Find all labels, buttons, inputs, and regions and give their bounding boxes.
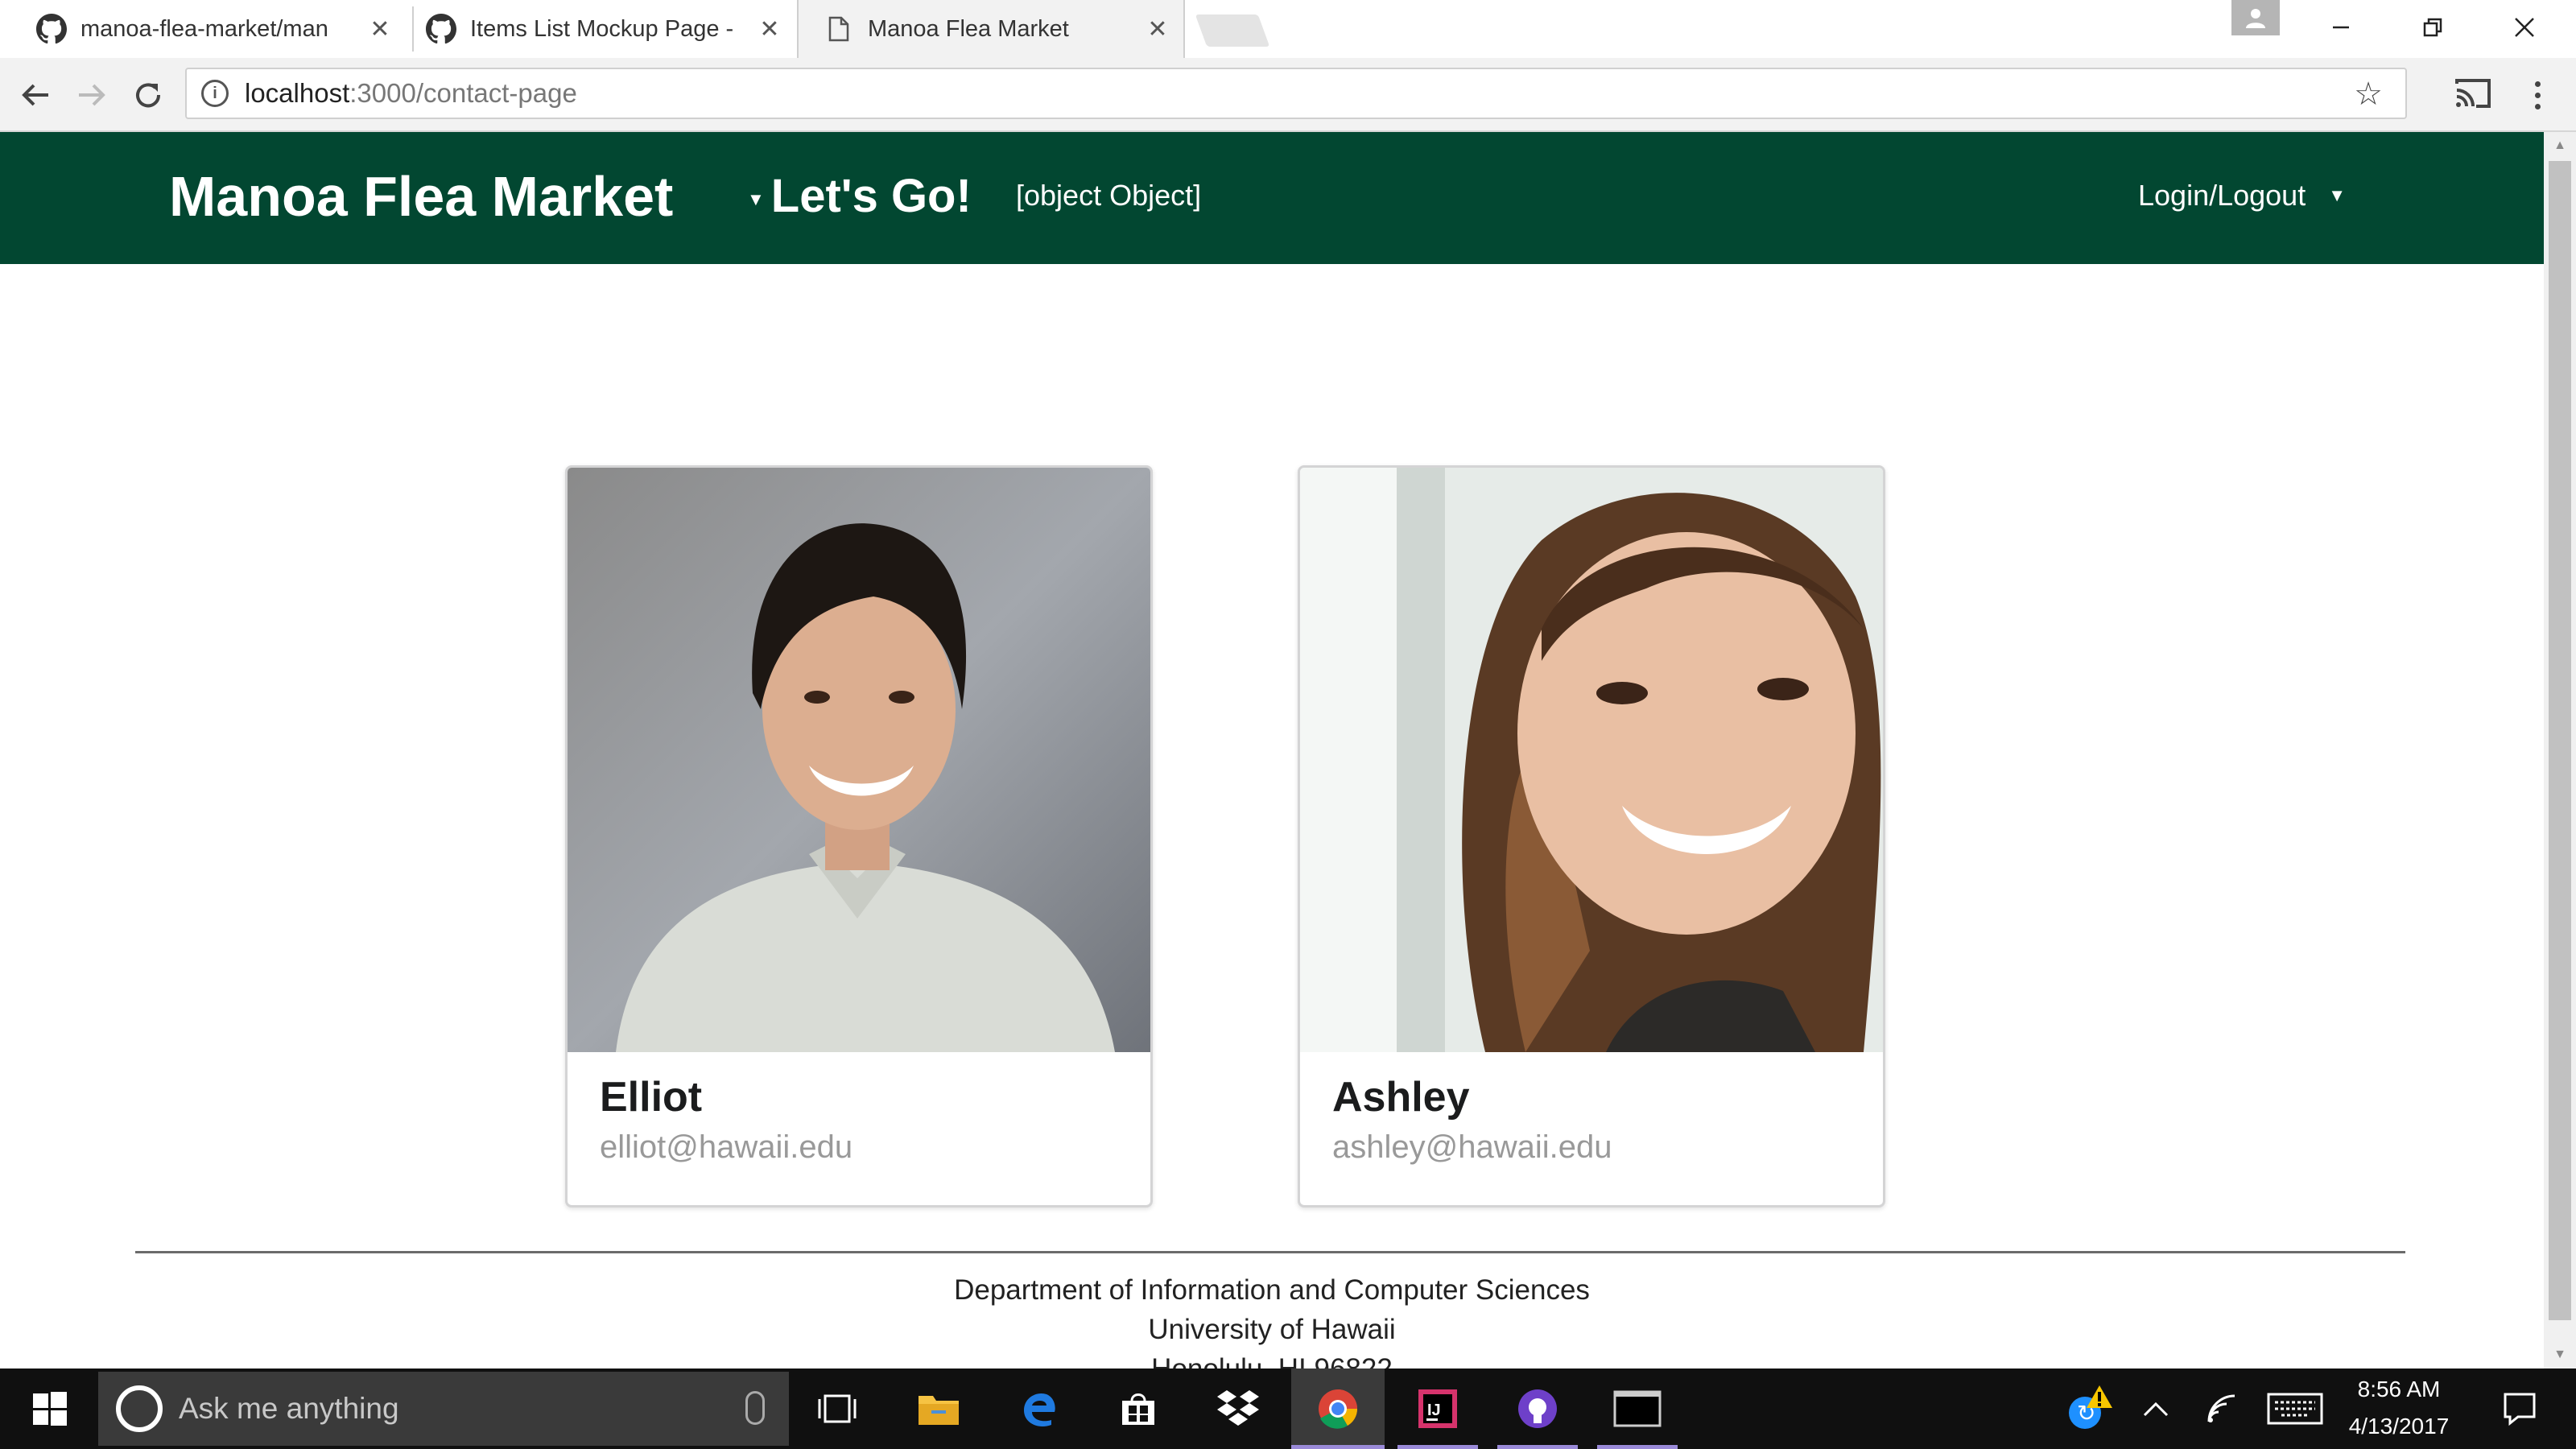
close-window-icon[interactable]: [2484, 0, 2565, 55]
keyboard-icon[interactable]: [2259, 1368, 2331, 1449]
contact-email[interactable]: ashley@hawaii.edu: [1332, 1129, 1612, 1166]
minimize-icon[interactable]: [2301, 0, 2381, 55]
clock-time[interactable]: 8:56 AM: [2334, 1377, 2463, 1402]
login-logout-dropdown[interactable]: Login/Logout ▼: [2138, 179, 2346, 213]
site-navbar: Manoa Flea Market ▼ Let's Go! [object Ob…: [0, 132, 2544, 264]
clock-date[interactable]: 4/13/2017: [2334, 1414, 2463, 1439]
contact-name: Elliot: [600, 1074, 703, 1121]
close-tab-icon[interactable]: ✕: [755, 14, 784, 43]
footer-divider: [135, 1251, 2405, 1253]
wifi-icon[interactable]: [2198, 1368, 2246, 1449]
info-icon[interactable]: i: [201, 80, 229, 107]
cortana-search-box[interactable]: Ask me anything: [98, 1372, 789, 1446]
page-viewport: Manoa Flea Market ▼ Let's Go! [object Ob…: [0, 132, 2544, 1368]
active-app-indicator: [1597, 1445, 1678, 1449]
task-view-icon[interactable]: [805, 1368, 869, 1449]
page-scrollbar[interactable]: ▲ ▼: [2544, 132, 2576, 1368]
profile-avatar-icon[interactable]: [2231, 0, 2280, 35]
close-tab-icon[interactable]: ✕: [1143, 14, 1172, 43]
chrome-icon[interactable]: [1291, 1368, 1385, 1449]
footer-address: Honolulu, HI 96822: [0, 1349, 2544, 1368]
dropdown-caret-icon: ▼: [2328, 185, 2346, 205]
tab-title: manoa-flea-market/man: [80, 15, 328, 42]
reload-icon[interactable]: [129, 76, 167, 114]
tab-github-repo[interactable]: manoa-flea-market/man ✕: [35, 0, 406, 58]
browser-toolbar: i localhost:3000/contact-page ☆: [0, 58, 2576, 132]
scrollbar-thumb[interactable]: [2549, 161, 2571, 1320]
tab-title: Items List Mockup Page -: [470, 15, 734, 42]
new-tab-button[interactable]: [1195, 14, 1270, 47]
browser-tab-strip: manoa-flea-market/man ✕ Items List Mocku…: [0, 0, 2576, 58]
contact-name: Ashley: [1332, 1074, 1470, 1121]
file-explorer-icon[interactable]: [906, 1368, 971, 1449]
footer-department: Department of Information and Computer S…: [954, 1274, 1590, 1306]
show-hidden-icons-chevron-icon[interactable]: [2132, 1368, 2180, 1449]
microphone-icon[interactable]: [745, 1391, 765, 1425]
windows-update-warning-icon[interactable]: ↻: [2061, 1368, 2117, 1449]
svg-text:IJ: IJ: [1427, 1402, 1441, 1419]
contact-card-ashley: Ashley ashley@hawaii.edu: [1298, 465, 1885, 1208]
restore-icon[interactable]: [2392, 0, 2473, 55]
address-bar[interactable]: i localhost:3000/contact-page ☆: [185, 68, 2407, 119]
active-app-indicator: [1397, 1445, 1478, 1449]
login-logout-label: Login/Logout: [2138, 179, 2306, 212]
tab-title: Manoa Flea Market: [868, 15, 1069, 42]
terminal-icon[interactable]: [1597, 1368, 1678, 1449]
dropdown-caret-icon: ▼: [747, 188, 765, 209]
lets-go-label: Let's Go!: [770, 170, 972, 222]
footer-university: University of Hawaii: [1148, 1314, 1396, 1345]
github-icon: [35, 13, 68, 45]
active-app-indicator: [1497, 1445, 1578, 1449]
edge-browser-icon[interactable]: [1006, 1368, 1071, 1449]
github-desktop-icon[interactable]: [1497, 1368, 1578, 1449]
lets-go-menu[interactable]: ▼ Let's Go!: [747, 169, 972, 223]
close-tab-icon[interactable]: ✕: [365, 14, 394, 43]
dropbox-icon[interactable]: [1206, 1368, 1270, 1449]
forward-arrow-icon[interactable]: [72, 76, 111, 114]
scroll-down-arrow-icon[interactable]: ▼: [2544, 1343, 2576, 1367]
contact-photo-ashley: [1300, 468, 1883, 1052]
active-app-indicator: [1291, 1445, 1385, 1449]
search-placeholder: Ask me anything: [179, 1392, 399, 1425]
windows-start-icon[interactable]: [18, 1368, 82, 1449]
footer: Department of Information and Computer S…: [0, 1270, 2544, 1368]
windows-store-icon[interactable]: [1106, 1368, 1170, 1449]
scroll-up-arrow-icon[interactable]: ▲: [2544, 134, 2576, 158]
cast-icon[interactable]: [2454, 74, 2492, 113]
tab-manoa-flea-market[interactable]: Manoa Flea Market ✕: [797, 0, 1185, 58]
url-text: localhost:3000/contact-page: [245, 78, 577, 108]
object-menu-item[interactable]: [object Object]: [1016, 179, 1201, 213]
github-icon: [425, 13, 457, 45]
page-icon: [823, 13, 855, 45]
contact-email[interactable]: elliot@hawaii.edu: [600, 1129, 852, 1166]
contact-photo-elliot: [568, 468, 1150, 1052]
tab-items-list[interactable]: Items List Mockup Page - ✕: [425, 0, 795, 58]
back-arrow-icon[interactable]: [16, 76, 55, 114]
windows-taskbar: Ask me anything IJ ↻ 8:56 AM 4/13/2017: [0, 1368, 2576, 1449]
tab-separator: [412, 6, 414, 52]
bookmark-star-icon[interactable]: ☆: [2354, 76, 2383, 113]
cortana-icon: [116, 1385, 163, 1432]
chrome-menu-icon[interactable]: [2528, 72, 2547, 118]
contact-card-elliot: Elliot elliot@hawaii.edu: [565, 465, 1153, 1208]
action-center-icon[interactable]: [2487, 1368, 2552, 1449]
intellij-icon[interactable]: IJ: [1397, 1368, 1478, 1449]
brand-link[interactable]: Manoa Flea Market: [169, 164, 673, 229]
